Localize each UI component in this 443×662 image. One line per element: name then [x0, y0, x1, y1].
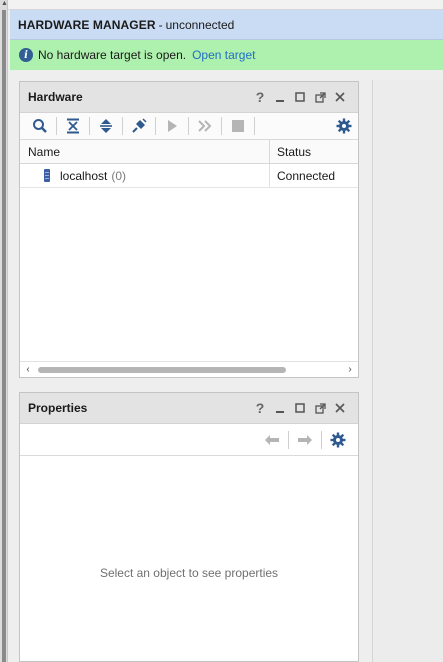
forward-arrow-icon[interactable] — [291, 429, 319, 451]
toolbar-separator — [89, 117, 90, 135]
scroll-up-arrow-icon[interactable]: ▲ — [1, 0, 8, 8]
top-edge — [8, 0, 443, 10]
scroll-right-arrow-icon[interactable]: › — [342, 362, 358, 378]
properties-panel-title-bar: Properties ? — [20, 393, 358, 424]
left-scrollbar-thumb[interactable] — [2, 10, 6, 662]
no-target-banner: i No hardware target is open. Open targe… — [10, 40, 443, 70]
open-target-link[interactable]: Open target — [192, 48, 255, 62]
run-all-icon[interactable] — [191, 115, 219, 137]
hardware-panel: Hardware ? Name Status localhost (0) Con… — [19, 81, 359, 378]
float-window-icon[interactable] — [310, 398, 330, 418]
stop-icon[interactable] — [224, 115, 252, 137]
toolbar-separator — [188, 117, 189, 135]
banner-message: No hardware target is open. — [38, 48, 187, 62]
toolbar-separator — [221, 117, 222, 135]
column-header-name[interactable]: Name — [20, 140, 270, 163]
expand-all-icon[interactable] — [92, 115, 120, 137]
scrollbar-track[interactable] — [36, 366, 342, 374]
toolbar-separator — [321, 430, 322, 449]
manager-state: unconnected — [165, 17, 235, 32]
close-icon[interactable] — [330, 398, 350, 418]
properties-panel-title: Properties — [28, 401, 88, 415]
column-header-status[interactable]: Status — [270, 140, 358, 163]
minimize-icon[interactable] — [270, 87, 290, 107]
settings-gear-icon[interactable] — [324, 429, 352, 451]
right-workspace-pane — [372, 80, 443, 662]
info-icon: i — [19, 48, 33, 62]
horizontal-scrollbar[interactable]: ‹ › — [20, 361, 358, 377]
scrollbar-thumb[interactable] — [38, 366, 286, 373]
row-name-cell[interactable]: localhost (0) — [20, 164, 270, 187]
row-status: Connected — [277, 168, 336, 183]
settings-gear-icon[interactable] — [330, 115, 358, 137]
maximize-icon[interactable] — [290, 398, 310, 418]
left-edge-scrollbar[interactable]: ▲ — [0, 0, 8, 662]
minimize-icon[interactable] — [270, 398, 290, 418]
toolbar-separator — [56, 117, 57, 135]
collapse-all-icon[interactable] — [59, 115, 87, 137]
properties-panel: Properties ? Select an object to see pro… — [19, 392, 359, 662]
close-icon[interactable] — [330, 87, 350, 107]
float-window-icon[interactable] — [310, 87, 330, 107]
row-count: (0) — [111, 168, 127, 183]
hardware-panel-title: Hardware — [28, 90, 83, 104]
toolbar-separator — [122, 117, 123, 135]
properties-toolbar — [20, 424, 358, 456]
hardware-table-header: Name Status — [20, 140, 358, 164]
properties-empty-message: Select an object to see properties — [99, 566, 279, 580]
run-icon[interactable] — [158, 115, 186, 137]
manager-title: HARDWARE MANAGER — [18, 17, 156, 32]
hardware-toolbar — [20, 113, 358, 140]
auto-connect-icon[interactable] — [125, 115, 153, 137]
scroll-left-arrow-icon[interactable]: ‹ — [20, 362, 36, 378]
hardware-window-controls: ? — [250, 87, 350, 107]
search-icon[interactable] — [26, 115, 54, 137]
server-icon — [44, 169, 50, 182]
table-row[interactable]: localhost (0) Connected — [20, 164, 358, 188]
hardware-manager-header: HARDWARE MANAGER - unconnected — [10, 10, 443, 40]
hardware-panel-title-bar: Hardware ? — [20, 82, 358, 113]
properties-window-controls: ? — [250, 398, 350, 418]
toolbar-separator — [288, 430, 289, 449]
row-name: localhost — [60, 168, 108, 183]
help-icon[interactable]: ? — [250, 398, 270, 418]
maximize-icon[interactable] — [290, 87, 310, 107]
manager-title-separator: - — [158, 17, 163, 32]
toolbar-separator — [155, 117, 156, 135]
help-icon[interactable]: ? — [250, 87, 270, 107]
toolbar-separator — [254, 117, 255, 135]
back-arrow-icon[interactable] — [258, 429, 286, 451]
